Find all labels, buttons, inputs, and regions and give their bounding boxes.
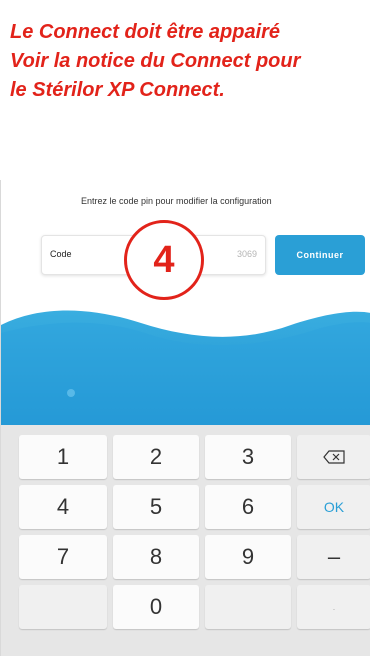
key-1[interactable]: 1 xyxy=(19,435,107,479)
wave-graphic xyxy=(1,310,370,425)
dash-key[interactable]: – xyxy=(297,535,370,579)
key-6[interactable]: 6 xyxy=(205,485,291,529)
backspace-key[interactable] xyxy=(297,435,370,479)
device-screen: Entrez le code pin pour modifier la conf… xyxy=(0,180,370,656)
instruction-line-2: Voir la notice du Connect pour xyxy=(10,50,301,72)
key-4[interactable]: 4 xyxy=(19,485,107,529)
ok-key[interactable]: OK xyxy=(297,485,370,529)
backspace-icon xyxy=(323,450,345,464)
code-row: Code 3069 Continuer xyxy=(41,235,370,275)
step-number-badge: 4 xyxy=(124,220,204,300)
code-value: 3069 xyxy=(236,249,257,259)
instruction-line-3: le Stérilor XP Connect. xyxy=(10,79,225,101)
key-0[interactable]: 0 xyxy=(113,585,199,629)
key-2[interactable]: 2 xyxy=(113,435,199,479)
page: Le Connect doit être appairé Voir la not… xyxy=(0,0,370,656)
key-9[interactable]: 9 xyxy=(205,535,291,579)
key-5[interactable]: 5 xyxy=(113,485,199,529)
instruction-line-1: Le Connect doit être appairé xyxy=(10,21,281,43)
bubble-icon xyxy=(67,389,75,397)
empty-key xyxy=(19,585,107,629)
numeric-keypad: 1 2 3 4 5 6 OK 7 8 9 – 0 . xyxy=(1,425,370,656)
key-7[interactable]: 7 xyxy=(19,535,107,579)
code-label: Code xyxy=(50,249,72,259)
instruction-text: Le Connect doit être appairé Voir la not… xyxy=(10,18,370,105)
dot-key[interactable]: . xyxy=(297,585,370,629)
empty-key-2 xyxy=(205,585,291,629)
continue-button[interactable]: Continuer xyxy=(275,235,365,275)
key-3[interactable]: 3 xyxy=(205,435,291,479)
key-8[interactable]: 8 xyxy=(113,535,199,579)
pin-prompt: Entrez le code pin pour modifier la conf… xyxy=(81,196,272,206)
